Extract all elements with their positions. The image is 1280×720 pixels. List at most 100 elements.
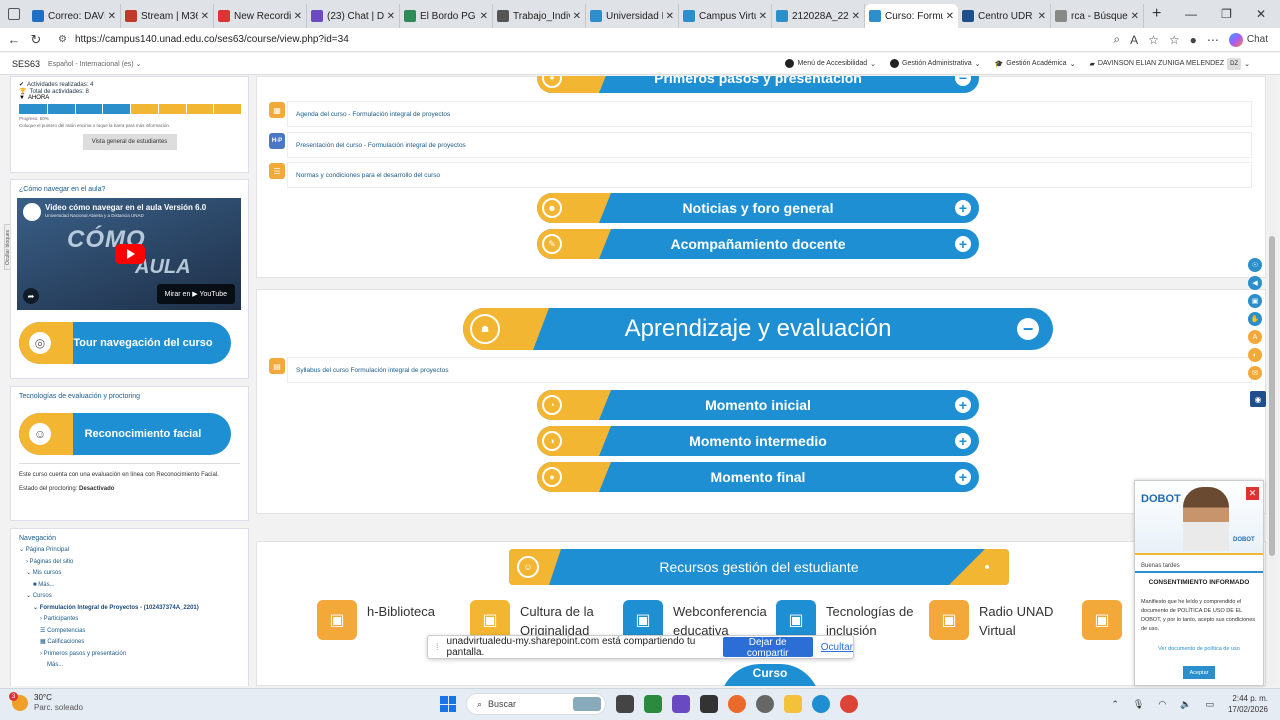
tab-close-icon[interactable]: ✕ — [387, 11, 395, 22]
store-icon[interactable] — [644, 695, 662, 713]
admin-menu[interactable]: Gestión Administrativa ⌄ — [890, 59, 981, 68]
nav-tree-item[interactable]: › Páginas del sitio — [19, 557, 248, 569]
nav-tree-item[interactable]: Más... — [19, 660, 248, 672]
student-overview-button[interactable]: Vista general de estudiantes — [82, 134, 177, 150]
browser-tab[interactable]: Stream | M365✕ — [121, 4, 214, 28]
firefox-icon[interactable] — [728, 695, 746, 713]
workspaces-icon[interactable] — [8, 8, 20, 20]
facial-recognition-button[interactable]: ☺ Reconocimiento facial — [19, 413, 231, 455]
audio-icon[interactable]: ◀ — [1248, 276, 1262, 290]
sign-language-icon[interactable]: ✋ — [1248, 312, 1262, 326]
close-window-icon[interactable]: ✕ — [1256, 7, 1266, 21]
hide-link[interactable]: Ocultar — [821, 642, 853, 653]
browser-tab[interactable]: Correo: DAVINS✕ — [28, 4, 121, 28]
tray-expand-icon[interactable]: ⌃ — [1111, 699, 1119, 710]
subsection-noticias[interactable]: ☻ Noticias y foro general + — [537, 193, 979, 223]
collapse-icon[interactable]: − — [1017, 318, 1039, 340]
back-icon[interactable]: ← — [6, 32, 22, 47]
activity-normas[interactable]: Normas y condiciones para el desarrollo … — [287, 162, 1252, 188]
file-explorer-icon[interactable] — [784, 695, 802, 713]
stop-sharing-button[interactable]: Dejar de compartir — [722, 637, 813, 659]
browser-tab[interactable]: El Bordo PG 16✕ — [400, 4, 493, 28]
watch-on-youtube-button[interactable]: Mirar en ▶ YouTube — [156, 284, 235, 304]
user-menu[interactable]: ▰ DAVINSON ELIAN ZUNIGA MELENDEZ DZ ⌄ — [1089, 57, 1250, 70]
visibility-icon[interactable]: ◉ — [1250, 391, 1266, 407]
taskbar-search[interactable]: ⌕ Buscar — [466, 693, 606, 715]
expand-icon[interactable]: + — [955, 236, 971, 252]
course-tour-button[interactable]: ◎ Tour navegación del curso — [19, 322, 231, 364]
clock[interactable]: 2:44 p. m. 17/02/2026 — [1228, 693, 1268, 715]
youtube-play-icon[interactable] — [115, 244, 145, 264]
tab-close-icon[interactable]: ✕ — [1038, 11, 1046, 22]
battery-icon[interactable]: ▭ — [1205, 699, 1214, 710]
resource-link[interactable]: ▣ Tecnologías de inclusión — [776, 600, 929, 640]
activity-syllabus[interactable]: Syllabus del curso Formulación integral … — [287, 357, 1252, 383]
start-icon[interactable] — [440, 696, 456, 712]
media-icon[interactable] — [700, 695, 718, 713]
wifi-icon[interactable]: ◠ — [1158, 699, 1166, 710]
nav-tree-item[interactable]: ■ Más... — [19, 580, 248, 592]
tab-close-icon[interactable]: ✕ — [573, 11, 581, 22]
nav-tree-item[interactable]: ⌄ Página Principal — [19, 545, 248, 557]
settings-icon[interactable] — [756, 695, 774, 713]
font-icon[interactable]: A — [1248, 330, 1262, 344]
share-icon[interactable]: ➦ — [23, 288, 39, 304]
favorite-star-icon[interactable]: ☆ — [1148, 33, 1159, 47]
subsection-momento-intermedio[interactable]: ◑ Momento intermedio + — [537, 426, 979, 456]
nav-tree-item[interactable]: ▦ Calificaciones — [19, 637, 248, 649]
video-title[interactable]: Video cómo navegar en el aula Versión 6.… — [45, 203, 206, 212]
browser-tab[interactable]: Campus Virtual✕ — [679, 4, 772, 28]
resource-link[interactable]: ▣ Radio UNAD Virtual — [929, 600, 1082, 640]
page-scrollbar[interactable] — [1268, 76, 1276, 686]
tab-close-icon[interactable]: ✕ — [852, 11, 860, 22]
browser-tab[interactable]: 212028A_2201✕ — [772, 4, 865, 28]
edge-icon[interactable] — [812, 695, 830, 713]
reader-icon[interactable]: ▣ — [1248, 294, 1262, 308]
scrollbar-thumb[interactable] — [1269, 236, 1275, 556]
nav-tree-item[interactable]: › Participantes — [19, 614, 248, 626]
profile-icon[interactable]: ● — [1190, 33, 1197, 47]
tab-close-icon[interactable]: ✕ — [1131, 11, 1139, 22]
copilot-chat-button[interactable]: Chat — [1228, 32, 1268, 47]
drag-handle-icon[interactable]: ⁞ — [436, 642, 439, 652]
zoom-icon[interactable]: ⌕ — [1113, 32, 1120, 47]
nav-tree-item[interactable]: ⌄ Formulación Integral de Proyectos - (1… — [19, 603, 248, 615]
teams-icon[interactable] — [672, 695, 690, 713]
browser-tab[interactable]: rca - Búsqueda✕ — [1051, 4, 1144, 28]
volume-icon[interactable]: 🔈 — [1180, 699, 1191, 710]
chat-icon[interactable]: ✉ — [1248, 366, 1262, 380]
progress-bar[interactable] — [19, 104, 241, 114]
expand-icon[interactable]: + — [955, 433, 971, 449]
contrast-icon[interactable]: ◐ — [1248, 348, 1262, 362]
tab-close-icon[interactable]: ✕ — [666, 11, 674, 22]
language-menu[interactable]: Español - Internacional (es) ⌄ — [48, 60, 141, 68]
nav-tree-item[interactable]: ⌄ Mis cursos — [19, 568, 248, 580]
tab-close-icon[interactable]: ✕ — [108, 11, 116, 22]
expand-icon[interactable]: + — [955, 469, 971, 485]
minimize-icon[interactable]: — — [1185, 7, 1197, 21]
site-shortname[interactable]: SES63 — [12, 59, 40, 69]
weather-widget[interactable]: 3 30°C Parc. soleado — [9, 692, 83, 713]
browser-tab[interactable]: Centro UDR El✕ — [958, 4, 1051, 28]
section-header-aprendizaje[interactable]: ☗ Aprendizaje y evaluación − — [463, 308, 1053, 350]
chrome-icon[interactable] — [840, 695, 858, 713]
tab-close-icon[interactable]: ✕ — [201, 11, 209, 22]
browser-tab[interactable]: (23) Chat | DAVI✕ — [307, 4, 400, 28]
accessibility-menu[interactable]: Menú de Accesibilidad ⌄ — [785, 59, 876, 68]
video-player[interactable]: Video cómo navegar en el aula Versión 6.… — [17, 198, 241, 310]
site-info-icon[interactable]: ⚙ — [58, 34, 67, 45]
browser-tab[interactable]: Trabajo_Individ✕ — [493, 4, 586, 28]
subsection-momento-final[interactable]: ● Momento final + — [537, 462, 979, 492]
task-view-icon[interactable] — [616, 695, 634, 713]
subsection-acompanamiento[interactable]: ✎ Acompañamiento docente + — [537, 229, 979, 259]
favorites-icon[interactable]: ☆ — [1169, 33, 1180, 47]
tab-close-icon[interactable]: ✕ — [480, 11, 488, 22]
policy-link[interactable]: Ver documento de política de uso — [1141, 646, 1257, 652]
restore-icon[interactable]: ❐ — [1221, 7, 1232, 21]
tab-close-icon[interactable]: ✕ — [759, 11, 767, 22]
section-header-recursos[interactable]: ☺ Recursos gestión del estudiante — [509, 549, 1009, 585]
menu-dots-icon[interactable]: ⋯ — [1207, 33, 1219, 47]
resource-link[interactable]: ▣ Cultura de la Originalidad — [470, 600, 623, 640]
subsection-momento-inicial[interactable]: ◔ Momento inicial + — [537, 390, 979, 420]
activity-agenda[interactable]: Agenda del curso - Formulación integral … — [287, 101, 1252, 127]
